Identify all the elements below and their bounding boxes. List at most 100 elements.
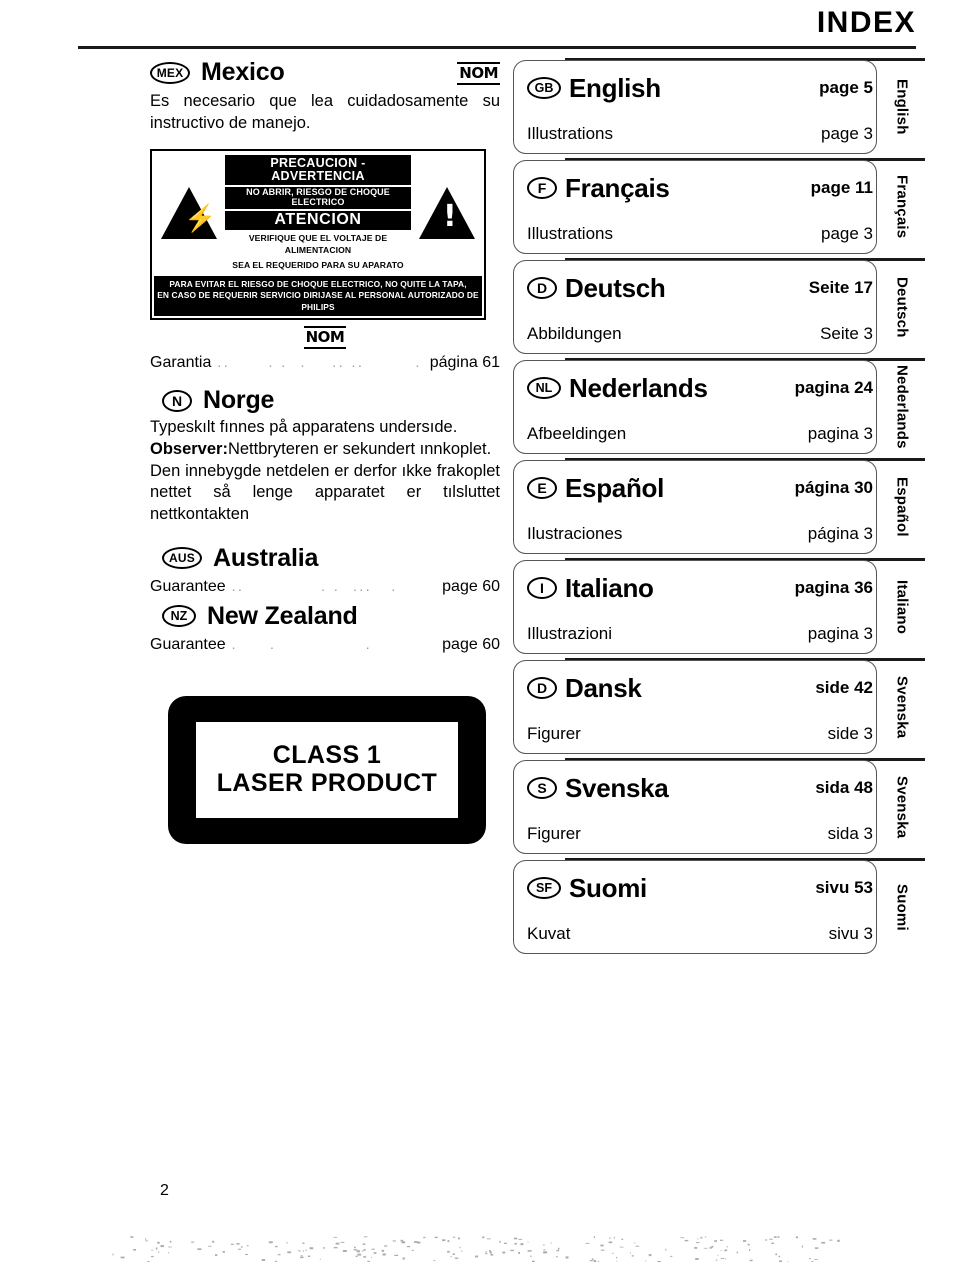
- new-zealand-guarantee-label: Guarantee: [150, 635, 226, 653]
- language-index-list: GB English page 5 Illustrations page 3 Englis…: [505, 58, 925, 958]
- language-entry-svenska[interactable]: S Svenska sida 48 Figurer sida 3 Svenska: [505, 758, 925, 856]
- nom-mark-center-icon: NOM: [303, 326, 347, 349]
- language-entry-suomi[interactable]: SF Suomi sivu 53 Kuvat sivu 3 Suomi: [505, 858, 925, 956]
- country-name-new-zealand: New Zealand: [207, 601, 358, 630]
- language-main-row: I Italiano pagina 36: [527, 573, 873, 604]
- norge-observer-text: Nettbryteren er sekundert ınnkoplet.: [227, 439, 492, 458]
- left-column: NOM MEX Mexico Es necesario que lea cuid…: [150, 58, 500, 844]
- language-side-tab-label: English: [893, 79, 911, 135]
- warn-bottom-line2: EN CASO DE REQUERIR SERVICIO DIRIJASE AL…: [157, 290, 479, 312]
- language-entry-dansk[interactable]: D Dansk side 42 Figurer side 3 Svenska: [505, 658, 925, 756]
- language-sub-label: Figurer: [527, 723, 581, 743]
- language-sub-page: Seite 3: [820, 323, 873, 343]
- language-side-tab: Nederlands: [885, 358, 919, 456]
- language-side-tab: Suomi: [885, 858, 919, 956]
- language-name: Deutsch: [565, 272, 666, 303]
- language-sub-row: Illustrations page 3: [527, 124, 873, 144]
- language-sub-label: Illustrations: [527, 123, 613, 143]
- language-side-tab: Español: [885, 458, 919, 556]
- section-norge: N Norge Typeskılt fınnes på apparatens u…: [150, 386, 500, 526]
- garantia-row: Garantia .. . . . .. .. . .... ... . pág…: [150, 354, 500, 372]
- language-side-tab-label: Italiano: [893, 579, 911, 635]
- language-side-tab: Français: [885, 158, 919, 256]
- language-side-tab-label: Svenska: [893, 775, 911, 839]
- language-side-tab-label: Español: [893, 477, 911, 537]
- language-badge: NL: [527, 377, 561, 399]
- language-main-page: pagina 24: [794, 378, 873, 397]
- header-divider: [78, 46, 916, 49]
- language-main-row: D Deutsch Seite 17: [527, 273, 873, 304]
- language-sub-page: pagina 3: [807, 623, 873, 643]
- warn-band-atencion: ATENCION: [225, 210, 411, 231]
- language-sub-row: Afbeeldingen pagina 3: [527, 424, 873, 444]
- language-entry-français[interactable]: F Français page 11 Illustrations page 3 Franç…: [505, 158, 925, 256]
- language-side-tab-label: Svenska: [893, 675, 911, 739]
- language-sub-page: side 3: [827, 723, 873, 743]
- language-entry-italiano[interactable]: I Italiano pagina 36 Illustrazioni pagina 3I…: [505, 558, 925, 656]
- language-name: Nederlands: [569, 372, 708, 403]
- garantia-label: Garantia: [150, 354, 212, 371]
- mexico-instruction-text: Es necesario que lea cuidadosamente su i…: [150, 92, 500, 132]
- language-entry-content: I Italiano pagina 36 Illustrazioni pagina 3: [527, 558, 873, 656]
- language-main-row: S Svenska sida 48: [527, 773, 873, 804]
- language-main-page: side 42: [815, 678, 873, 697]
- section-mexico: NOM MEX Mexico Es necesario que lea cuid…: [150, 58, 500, 372]
- language-main-row: E Español página 30: [527, 473, 873, 504]
- leader-dots: .. . . ... .: [231, 577, 398, 594]
- language-sub-page: sida 3: [827, 823, 873, 843]
- language-main-row: GB English page 5: [527, 73, 873, 104]
- lightning-bolt-triangle-icon: ⚡: [154, 153, 224, 274]
- garantia-page: página 61: [429, 354, 500, 371]
- language-sub-label: Kuvat: [527, 923, 571, 943]
- language-name: Français: [565, 172, 670, 203]
- scan-speckle-noise: [112, 1236, 840, 1262]
- language-entry-content: S Svenska sida 48 Figurer sida 3: [527, 758, 873, 856]
- nom-mark-center-wrap: NOM: [150, 326, 500, 349]
- language-sub-row: Figurer sida 3: [527, 824, 873, 844]
- new-zealand-guarantee-page: page 60: [442, 635, 500, 653]
- country-name-mexico: Mexico: [201, 58, 285, 86]
- language-entry-content: D Deutsch Seite 17 Abbildungen Seite 3: [527, 258, 873, 356]
- language-entry-nederlands[interactable]: NL Nederlands pagina 24 Afbeeldingen pagina …: [505, 358, 925, 456]
- new-zealand-guarantee-row: Guarantee . . . page 60: [150, 636, 500, 654]
- language-entry-deutsch[interactable]: D Deutsch Seite 17 Abbildungen Seite 3 Deutsc…: [505, 258, 925, 356]
- language-entry-english[interactable]: GB English page 5 Illustrations page 3 Englis…: [505, 58, 925, 156]
- class-1-laser-product-label: CLASS 1 LASER PRODUCT: [168, 695, 486, 844]
- language-sub-label: Ilustraciones: [527, 523, 623, 543]
- warn-plain-line1: VERIFIQUE QUE EL VOLTAJE DE ALIMENTACION: [248, 233, 388, 255]
- laser-label-inner: CLASS 1 LASER PRODUCT: [196, 721, 458, 818]
- language-side-tab-label: Français: [893, 175, 911, 239]
- language-badge: GB: [527, 77, 561, 99]
- language-name: Italiano: [565, 572, 654, 603]
- warn-band-precaucion: PRECAUCION - ADVERTENCIA: [225, 154, 411, 185]
- language-side-tab: Deutsch: [885, 258, 919, 356]
- language-main-page: pagina 36: [794, 578, 873, 597]
- language-entry-content: E Español página 30 Ilustraciones página 3: [527, 458, 873, 556]
- language-side-tab: English: [885, 58, 919, 156]
- language-sub-label: Figurer: [527, 823, 581, 843]
- page-number: 2: [160, 1182, 169, 1199]
- norge-line1: Typeskılt fınnes på apparatens undersıde…: [150, 418, 458, 436]
- country-heading-new-zealand: NZ New Zealand: [150, 602, 500, 631]
- language-main-row: D Dansk side 42: [527, 673, 873, 704]
- language-name: Dansk: [565, 672, 642, 703]
- language-badge: D: [527, 277, 557, 299]
- language-entry-content: D Dansk side 42 Figurer side 3: [527, 658, 873, 756]
- leader-dots: . . .: [231, 635, 373, 652]
- language-sub-page: page 3: [821, 123, 873, 143]
- language-sub-row: Illustrations page 3: [527, 224, 873, 244]
- language-sub-label: Illustrazioni: [527, 623, 613, 643]
- page-header: INDEX: [0, 0, 954, 52]
- language-sub-row: Kuvat sivu 3: [527, 924, 873, 944]
- australia-guarantee-row: Guarantee .. . . ... . page 60: [150, 578, 500, 596]
- language-entry-español[interactable]: E Español página 30 Ilustraciones página 3 Es…: [505, 458, 925, 556]
- language-badge: SF: [527, 877, 561, 899]
- country-badge-n: N: [162, 389, 192, 412]
- section-new-zealand: NZ New Zealand Guarantee . . . page 60: [150, 602, 500, 654]
- warn-band-no-abrir: NO ABRIR, RIESGO DE CHOQUE ELECTRICO: [225, 186, 411, 209]
- laser-label-line2: LASER PRODUCT: [216, 768, 438, 797]
- language-sub-label: Abbildungen: [527, 323, 622, 343]
- language-sub-page: sivu 3: [828, 923, 873, 943]
- language-sub-row: Ilustraciones página 3: [527, 524, 873, 544]
- language-side-tab-label: Suomi: [893, 883, 911, 931]
